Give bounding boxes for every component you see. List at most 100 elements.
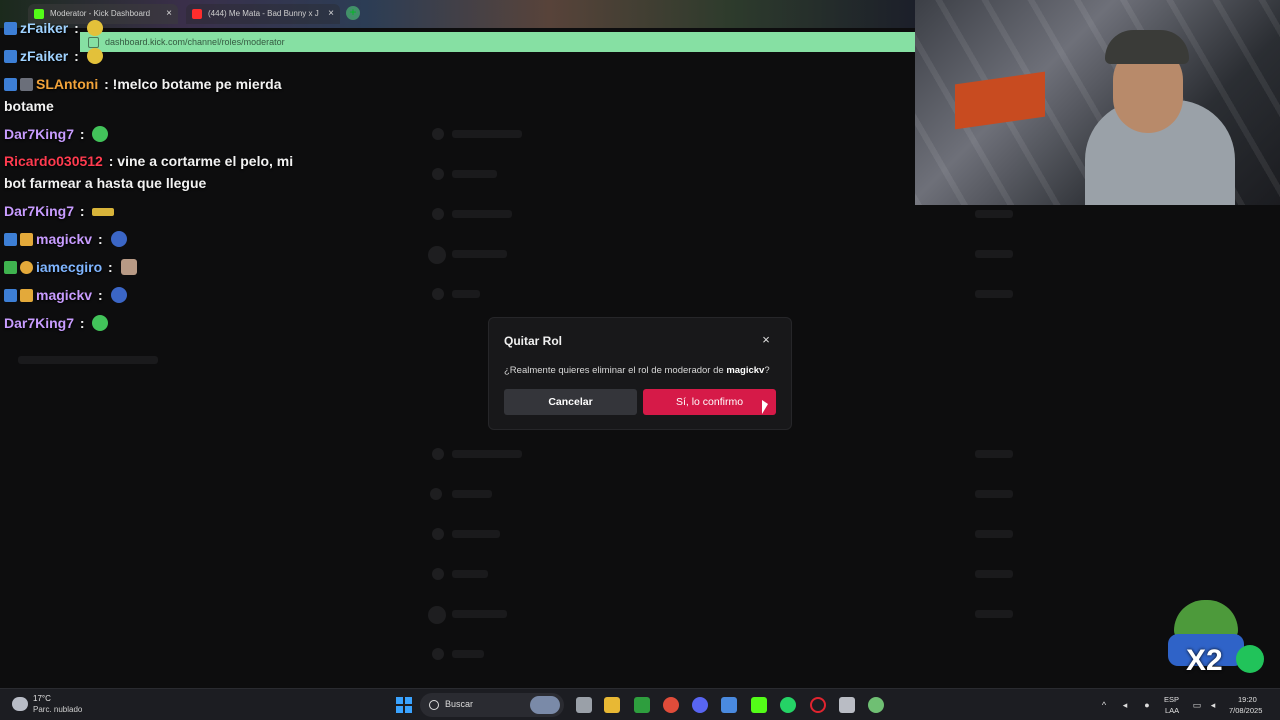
opera-icon[interactable] [810, 697, 826, 713]
ghost-icon [428, 606, 446, 624]
chat-message: Dar7King7 : [4, 312, 300, 334]
notes-icon[interactable] [839, 697, 855, 713]
xbox-icon[interactable] [634, 697, 650, 713]
emote-icon [92, 126, 109, 142]
webcam-feed [915, 0, 1280, 205]
kick-icon[interactable] [751, 697, 767, 713]
screen: Moderator - Kick Dashboard × (444) Me Ma… [0, 0, 1280, 720]
ghost-row [452, 490, 492, 498]
search-label: Buscar [445, 699, 474, 709]
close-icon[interactable]: × [759, 333, 773, 347]
chat-separator: : [97, 287, 103, 303]
volume-icon[interactable]: ◂ [1208, 700, 1218, 710]
dialog-target-user: magickv [726, 365, 765, 376]
chat-separator: : [108, 259, 113, 275]
ghost-row [452, 210, 512, 218]
app-icon[interactable] [868, 697, 884, 713]
chat-separator: : [74, 48, 79, 64]
emote-icon [92, 208, 115, 216]
chat-message: Ricardo030512 : vine a cortarme el pelo,… [4, 150, 300, 194]
chat-username: Dar7King7 [4, 315, 75, 331]
clock-date[interactable]: 7/08/2025 [1229, 706, 1262, 715]
close-tab-icon[interactable]: × [328, 4, 334, 24]
multiplier-label: X2 [1186, 644, 1223, 677]
emote-icon [110, 287, 127, 303]
taskbar-search[interactable]: Buscar [420, 693, 564, 717]
chat-message: magickv : [4, 284, 300, 306]
moderator-badge-icon [4, 289, 17, 302]
ghost-row [452, 290, 480, 298]
moderator-badge-icon [4, 50, 17, 63]
ghost-row [975, 530, 1013, 538]
speaker-icon[interactable]: ◂ [1120, 700, 1130, 710]
ghost-row [452, 610, 507, 618]
search-highlight-icon [530, 696, 560, 714]
windows-start-icon[interactable] [396, 697, 412, 713]
chat-message: Dar7King7 : [4, 123, 300, 145]
emote-icon [110, 231, 127, 247]
chat-separator: : [74, 20, 79, 36]
ghost-row [452, 570, 488, 578]
vip-badge-icon [20, 78, 33, 91]
crown-badge-icon [20, 289, 33, 302]
discord-icon[interactable] [692, 697, 708, 713]
emote-icon [86, 20, 103, 36]
dialog-message: ¿Realmente quieres eliminar el rol de mo… [504, 365, 770, 376]
ghost-icon [432, 168, 444, 180]
ghost-icon [432, 128, 444, 140]
language-indicator-bottom[interactable]: LAA [1165, 706, 1179, 715]
dialog-message-prefix: ¿Realmente quieres eliminar el rol de mo… [504, 365, 727, 376]
chat-separator: : [79, 126, 85, 142]
ghost-icon [432, 648, 444, 660]
chevron-up-icon[interactable]: ^ [1099, 700, 1109, 710]
ghost-icon [432, 448, 444, 460]
new-tab-icon[interactable]: + [346, 6, 360, 20]
emote-icon [120, 259, 137, 275]
language-indicator-top[interactable]: ESP [1164, 695, 1179, 704]
chat-message: iamecgiro : [4, 256, 300, 278]
ghost-row [452, 250, 507, 258]
ghost-row [975, 450, 1013, 458]
chat-message: zFaiker : [4, 45, 300, 67]
dialog-title: Quitar Rol [504, 334, 563, 348]
pepe-overlay: X2 [1168, 600, 1244, 677]
search-icon [429, 700, 439, 710]
network-icon[interactable]: ▭ [1192, 700, 1202, 710]
file-explorer-icon[interactable] [604, 697, 620, 713]
chat-username: zFaiker [20, 20, 69, 36]
chrome-icon[interactable] [663, 697, 679, 713]
chat-separator: : [104, 76, 109, 92]
cancel-button[interactable]: Cancelar [504, 389, 637, 415]
sub-badge-icon [4, 261, 17, 274]
ghost-row [452, 130, 522, 138]
ghost-row [452, 530, 500, 538]
gifter-badge-icon [20, 261, 33, 274]
chat-separator: : [79, 315, 85, 331]
confirm-button[interactable]: Sí, lo confirmo [643, 389, 776, 415]
chat-bubble-icon [1236, 645, 1264, 673]
store-icon[interactable] [721, 697, 737, 713]
microphone-icon[interactable]: ● [1142, 700, 1152, 710]
windows-taskbar: 17°C Parc. nublado Buscar ^ ◂ ● ESP LAA … [0, 688, 1280, 720]
weather-temperature: 17°C [33, 694, 51, 703]
moderator-badge-icon [4, 233, 17, 246]
chat-message: SLAntoni : !melco botame pe mierda botam… [4, 73, 300, 117]
chat-separator: : [97, 231, 103, 247]
crown-badge-icon [20, 233, 33, 246]
mouse-cursor-icon [762, 400, 768, 414]
chat-username: Dar7King7 [4, 203, 75, 219]
emote-icon [92, 315, 109, 331]
chat-message: Dar7King7 : [4, 200, 300, 222]
webcam-person-cap [1105, 30, 1189, 64]
ghost-icon [428, 246, 446, 264]
ghost-row [18, 356, 158, 364]
task-view-icon[interactable] [576, 697, 592, 713]
ghost-icon [432, 208, 444, 220]
remove-role-dialog: Quitar Rol × ¿Realmente quieres eliminar… [488, 317, 792, 430]
chat-message: magickv : [4, 228, 300, 250]
weather-description: Parc. nublado [33, 705, 83, 714]
whatsapp-icon[interactable] [780, 697, 796, 713]
chat-username: magickv [36, 231, 93, 247]
ghost-row [452, 450, 522, 458]
clock-time[interactable]: 19:20 [1238, 695, 1257, 704]
